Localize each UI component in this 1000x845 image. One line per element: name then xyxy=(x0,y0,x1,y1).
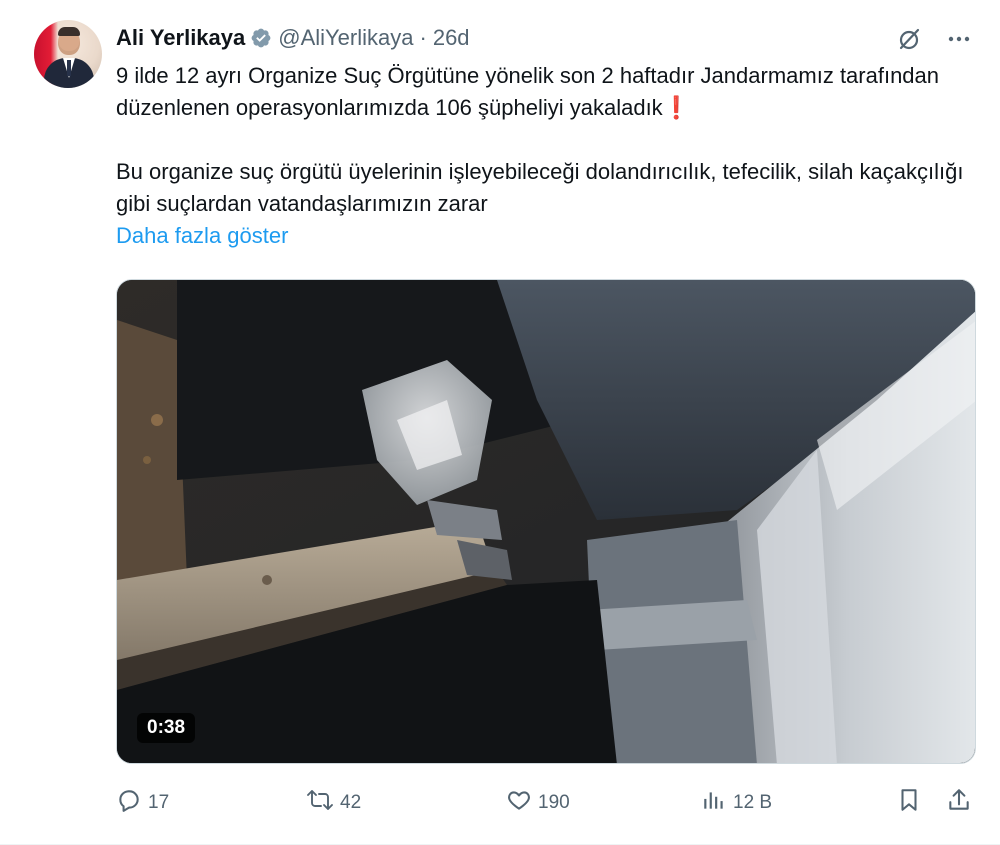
share-icon xyxy=(946,787,972,819)
tweet-line-2: Bu organize suç örgütü üyelerinin işleye… xyxy=(116,159,964,216)
top-actions xyxy=(894,24,974,54)
video-duration: 0:38 xyxy=(137,713,196,743)
author-handle[interactable]: @AliYerlikaya xyxy=(278,25,413,51)
video-player[interactable]: 0:38 xyxy=(116,279,976,764)
grok-icon[interactable] xyxy=(894,24,924,54)
tweet-text: 9 ilde 12 ayrı Organize Suç Örgütüne yön… xyxy=(116,60,976,252)
engagement-bar: 17 42 190 12 B xyxy=(116,785,978,821)
reply-button[interactable]: 17 xyxy=(116,787,169,819)
heart-icon xyxy=(506,787,532,819)
tweet-line-1: 9 ilde 12 ayrı Organize Suç Örgütüne yön… xyxy=(116,63,940,120)
views-icon xyxy=(701,787,727,819)
like-button[interactable]: 190 xyxy=(506,787,570,819)
retweet-icon xyxy=(306,787,334,819)
retweet-button[interactable]: 42 xyxy=(306,787,361,819)
avatar[interactable] xyxy=(34,20,102,88)
more-icon[interactable] xyxy=(944,24,974,54)
show-more-link[interactable]: Daha fazla göster xyxy=(116,220,976,252)
bookmark-button[interactable] xyxy=(896,787,922,819)
exclamation-emoji: ❗ xyxy=(662,95,691,120)
views-button[interactable]: 12 B xyxy=(701,787,772,819)
video-thumbnail xyxy=(117,280,975,763)
timestamp[interactable]: 26d xyxy=(433,25,470,51)
tweet-header: Ali Yerlikaya @AliYerlikaya · 26d xyxy=(116,22,470,54)
reply-count: 17 xyxy=(148,792,170,813)
tweet-paragraph-1: 9 ilde 12 ayrı Organize Suç Örgütüne yön… xyxy=(116,60,976,124)
views-count: 12 B xyxy=(733,792,773,813)
bookmark-icon xyxy=(896,787,922,819)
like-count: 190 xyxy=(538,792,570,813)
separator-dot: · xyxy=(419,25,427,50)
share-button[interactable] xyxy=(946,787,972,819)
author-name[interactable]: Ali Yerlikaya xyxy=(116,25,245,51)
tweet-card[interactable]: Ali Yerlikaya @AliYerlikaya · 26d 9 ilde… xyxy=(0,0,1000,845)
avatar-tie xyxy=(67,60,71,76)
verified-badge-icon[interactable] xyxy=(250,27,272,49)
retweet-count: 42 xyxy=(340,792,362,813)
avatar-hair xyxy=(58,27,80,36)
reply-icon xyxy=(116,787,142,819)
